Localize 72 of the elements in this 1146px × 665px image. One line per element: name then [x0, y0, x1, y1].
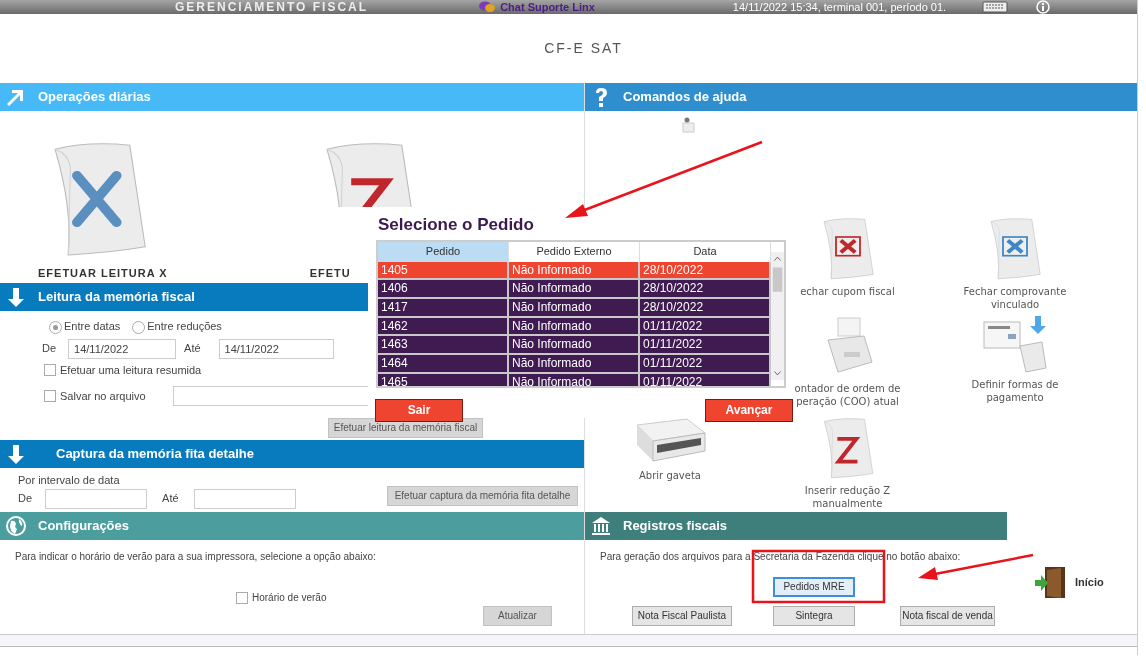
section-title: Registros fiscais — [623, 517, 728, 536]
checkbox-label: Horário de verão — [252, 591, 327, 605]
globe-icon — [6, 516, 26, 536]
checkbox-label: Efetuar uma leitura resumida — [60, 362, 202, 378]
record-button[interactable]: Sintegra — [773, 606, 855, 626]
dialog-title: Selecione o Pedido — [378, 214, 535, 236]
command-label[interactable]: Definir formas de pagamento — [950, 378, 1080, 404]
record-button[interactable]: Nota fiscal de venda — [900, 606, 995, 626]
date-field[interactable]: 14/11/2022 — [218, 338, 334, 359]
record-button[interactable]: Nota Fiscal Paulista — [632, 606, 732, 626]
dialog-button[interactable]: Avançar — [705, 398, 793, 422]
action-label[interactable]: EFETUAR LEITURA X — [38, 265, 168, 282]
checkbox[interactable] — [44, 363, 56, 376]
table-cell[interactable]: Não Informado — [509, 298, 640, 316]
date-field[interactable] — [45, 488, 148, 509]
table-cell[interactable]: Não Informado — [509, 261, 640, 279]
instruction-text: Para indicar o horário de verão para a sua impressora, selecione a opção abaixo: — [15, 550, 377, 564]
home-button[interactable]: Início — [1035, 565, 1104, 599]
hint-text: Por intervalo de data — [18, 473, 121, 488]
capture-button[interactable]: Efetuar captura da memória fita detalhe — [387, 486, 578, 506]
command-label[interactable]: Inserir redução Z manualmente — [782, 484, 913, 510]
column-header[interactable]: Pedido — [378, 241, 509, 262]
field-label: Até — [184, 341, 201, 357]
date-field[interactable]: 14/11/2022 — [68, 338, 177, 359]
dialog-button[interactable]: Sair — [375, 398, 463, 422]
field-label: De — [18, 491, 33, 507]
section-title: Captura da memória fita detalhe — [56, 445, 254, 464]
app-title: GERENCIAMENTO FISCAL — [175, 0, 369, 14]
radio-label: Entre reduções — [147, 320, 222, 332]
page-title: CF-E SAT — [544, 39, 623, 58]
section-title: Leitura da memória fiscal — [38, 288, 195, 307]
date-field[interactable] — [193, 488, 296, 509]
command-label[interactable]: ontador de ordem de peração (COO) atual — [792, 382, 903, 408]
table-cell[interactable]: 1463 — [378, 336, 509, 353]
field-label: De — [42, 341, 57, 357]
table-cell[interactable]: 1405 — [378, 261, 509, 279]
radio-label: Entre datas — [64, 320, 121, 332]
table-cell[interactable]: 1417 — [378, 298, 509, 316]
down-arrow-icon — [6, 287, 26, 307]
command-label[interactable]: Abrir gaveta — [639, 469, 701, 482]
section-title: Comandos de ajuda — [623, 88, 747, 107]
radio-button[interactable] — [49, 320, 62, 334]
home-label: Início — [1075, 574, 1104, 590]
door-icon — [1035, 565, 1067, 599]
arrow-icon — [6, 87, 26, 107]
status-text: 14/11/2022 15:34, terminal 001, período 01. — [732, 0, 947, 15]
keyboard-icon[interactable] — [982, 1, 1009, 13]
orders-button[interactable]: Pedidos MRE — [773, 577, 855, 597]
checkbox[interactable] — [44, 390, 56, 402]
table-cell[interactable]: 1464 — [378, 354, 509, 372]
table-cell[interactable]: Não Informado — [509, 336, 640, 353]
chat-bubble-icon — [478, 1, 497, 13]
table-cell[interactable]: Não Informado — [509, 373, 640, 386]
field-label: Até — [162, 491, 179, 507]
table-cell[interactable]: 1462 — [378, 317, 509, 335]
update-button[interactable]: Atualizar — [483, 606, 552, 626]
bank-icon — [591, 516, 611, 536]
section-title: Configurações — [38, 517, 129, 536]
table-cell[interactable]: Não Informado — [509, 317, 640, 335]
command-label[interactable]: echar cupom fiscal — [800, 285, 895, 298]
table-cell[interactable]: Não Informado — [509, 280, 640, 297]
radio-button[interactable] — [132, 320, 146, 334]
info-icon[interactable] — [1036, 0, 1051, 14]
section-title: Operações diárias — [38, 88, 151, 107]
table-cell[interactable]: 1406 — [378, 280, 509, 297]
checkbox-label: Salvar no arquivo — [60, 388, 146, 404]
instruction-text: Para geração dos arquivos para a Secretaria da Fazenda clique no botão abaixo: — [600, 550, 962, 564]
command-label[interactable]: Fechar comprovante vinculado — [950, 285, 1080, 311]
table-cell[interactable]: Não Informado — [509, 354, 640, 372]
table-cell[interactable]: 1465 — [378, 373, 509, 386]
down-arrow-icon — [6, 444, 26, 464]
checkbox[interactable] — [236, 591, 248, 604]
